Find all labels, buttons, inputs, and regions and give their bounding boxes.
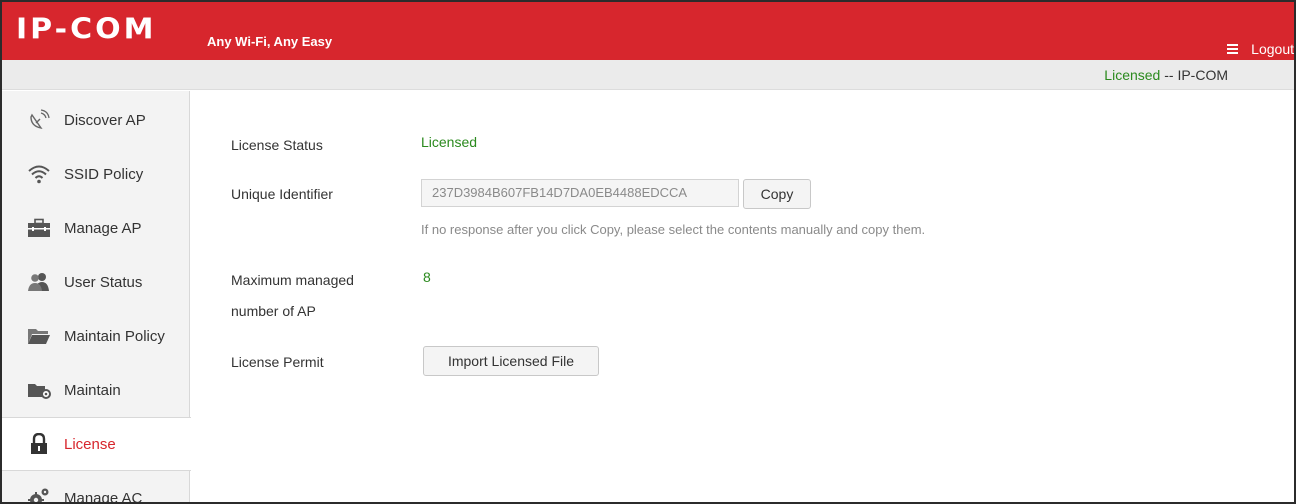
status-vendor: -- IP-COM [1160,67,1228,83]
sidebar-item-license[interactable]: License [2,417,191,471]
ipcom-logo: IP-COM [16,12,156,47]
sidebar-item-label: Maintain [64,381,121,399]
wifi-icon [27,163,51,185]
sidebar-item-label: Maintain Policy [64,327,165,345]
folder-icon [27,325,51,347]
sidebar-item-discover-ap[interactable]: Discover AP [2,93,190,147]
sidebar-item-label: Manage AC [64,489,143,504]
license-status-label: License Status [231,137,323,153]
max-ap-label-line1: Maximum managed [231,272,354,288]
toolbox-icon [27,217,51,239]
sidebar-item-manage-ac[interactable]: Manage AC [2,471,190,504]
folder-gear-icon [27,379,51,401]
import-licensed-file-button[interactable]: Import Licensed File [423,346,599,376]
app-window: IP-COM Any Wi-Fi, Any Easy Logout Licens… [0,0,1296,504]
top-header: IP-COM Any Wi-Fi, Any Easy Logout [2,2,1294,60]
sidebar-item-maintain-policy[interactable]: Maintain Policy [2,309,190,363]
lock-icon [27,433,51,455]
license-panel: License Status Licensed Unique Identifie… [191,91,1294,502]
license-permit-label: License Permit [231,354,324,370]
gears-icon [27,487,51,502]
logout-label: Logout [1251,41,1294,57]
license-status-bar: Licensed -- IP-COM [2,60,1294,90]
license-status-value: Licensed [421,134,478,150]
unique-identifier-label: Unique Identifier [231,186,333,202]
menu-icon [1227,44,1241,54]
copy-button[interactable]: Copy [743,179,811,209]
max-ap-label-line2: number of AP [231,303,316,319]
sidebar-item-label: Manage AP [64,219,142,237]
sidebar-item-manage-ap[interactable]: Manage AP [2,201,190,255]
satellite-dish-icon [27,109,51,131]
sidebar: Discover AP SSID Policy Manage AP User S… [2,91,191,504]
copy-hint: If no response after you click Copy, ple… [421,222,926,237]
sidebar-item-label: Discover AP [64,111,146,129]
unique-identifier-field[interactable]: 237D3984B607FB14D7DA0EB4488EDCCA [421,179,739,207]
logo-text: IP-COM [16,12,157,47]
sidebar-item-ssid-policy[interactable]: SSID Policy [2,147,190,201]
header-slogan: Any Wi-Fi, Any Easy [207,34,333,49]
users-icon [27,271,51,293]
sidebar-item-label: SSID Policy [64,165,144,183]
sidebar-item-label: License [64,435,116,453]
license-status-indicator: Licensed -- IP-COM [1104,67,1228,83]
sidebar-item-label: User Status [64,273,143,291]
max-ap-value: 8 [423,269,431,285]
sidebar-item-maintain[interactable]: Maintain [2,363,190,417]
logout-button[interactable]: Logout [1227,41,1294,57]
sidebar-item-user-status[interactable]: User Status [2,255,190,309]
status-licensed: Licensed [1104,67,1161,83]
